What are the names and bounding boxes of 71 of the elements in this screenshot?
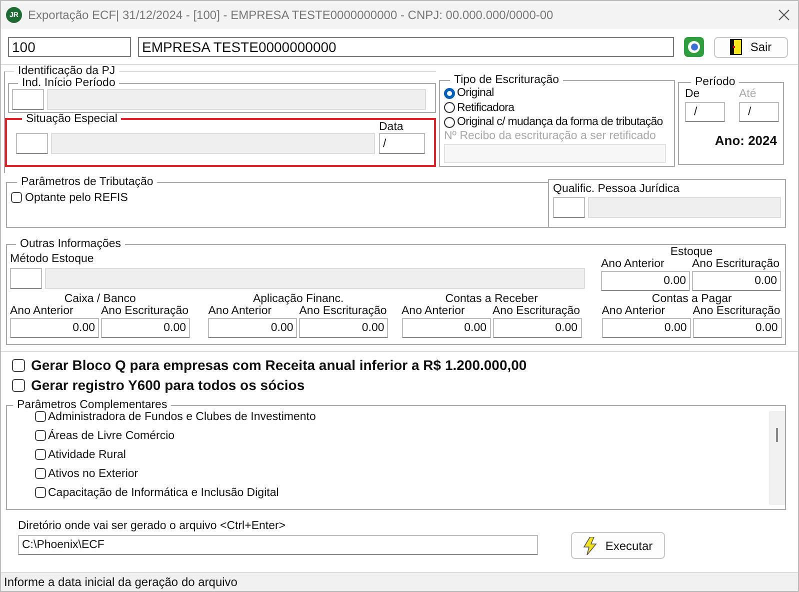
checkbox-option[interactable]: Atividade Rural bbox=[35, 445, 316, 464]
checkbox-option[interactable]: Capacitação de Informática e Inclusão Digital bbox=[35, 483, 316, 502]
window-title: Exportação ECF| 31/12/2024 - [100] - EMPRESA TESTE0000000000 - CNPJ: 00.000.000/0000-00 bbox=[28, 8, 554, 22]
amount-field[interactable]: 0.00 bbox=[208, 318, 298, 338]
amount-field[interactable]: 0.00 bbox=[10, 318, 99, 338]
field-label: Ano Anterior bbox=[10, 305, 74, 318]
amount-field[interactable]: 0.00 bbox=[692, 271, 781, 291]
checkbox-option[interactable]: Áreas de Livre Comércio bbox=[35, 426, 316, 445]
checkbox-option[interactable]: Gerar registro Y600 para todos os sócios bbox=[12, 375, 798, 395]
group-title: Situação Especial bbox=[25, 113, 118, 125]
group-title: Contas a Pagar bbox=[652, 293, 732, 305]
radio-option[interactable]: Original bbox=[444, 86, 670, 101]
field-label: Ano Escrituração bbox=[492, 305, 582, 318]
field-label: Ano Escrituração bbox=[299, 305, 388, 318]
field-label: Ano Anterior bbox=[602, 305, 666, 318]
group-title: Identificação da PJ bbox=[17, 65, 116, 77]
field-label: Data bbox=[379, 121, 404, 133]
amount-field[interactable]: 0.00 bbox=[492, 318, 582, 338]
directory-field[interactable]: C:\Phoenix\ECF bbox=[18, 535, 538, 555]
scrollbar[interactable] bbox=[769, 411, 785, 505]
checkbox-option[interactable]: Optante pelo REFIS bbox=[11, 188, 544, 207]
radio-option[interactable]: Original c/ mudança da forma de tributação bbox=[444, 115, 670, 130]
code-field[interactable] bbox=[12, 89, 44, 110]
field-label: Ano Escrituração bbox=[101, 305, 190, 318]
amount-field[interactable]: 0.00 bbox=[299, 318, 388, 338]
field-label: De bbox=[685, 88, 701, 100]
checkbox-option[interactable]: Ativos no Exterior bbox=[35, 464, 316, 483]
group-title: Parâmetros Complementares bbox=[16, 399, 168, 411]
door-icon bbox=[730, 39, 742, 55]
amount-field[interactable]: 0.00 bbox=[101, 318, 190, 338]
receipt-field[interactable] bbox=[444, 144, 666, 164]
code-field[interactable] bbox=[10, 268, 42, 289]
date-field[interactable]: / bbox=[379, 133, 425, 154]
field-label: Nº Recibo da escrituração a ser retificado bbox=[444, 130, 657, 142]
amount-field[interactable]: 0.00 bbox=[692, 318, 782, 338]
field-label: Ano Escrituração bbox=[692, 258, 781, 271]
amount-field[interactable]: 0.00 bbox=[402, 318, 490, 338]
group-title: Contas a Receber bbox=[445, 293, 538, 305]
radio-option[interactable]: Retificadora bbox=[444, 100, 670, 116]
company-code-field[interactable]: 100 bbox=[8, 37, 131, 57]
execute-button[interactable]: Executar bbox=[571, 532, 665, 559]
ring-icon[interactable] bbox=[684, 37, 704, 57]
status-bar: Informe a data inicial da geração do arquivo bbox=[1, 572, 798, 591]
amount-field[interactable]: 0.00 bbox=[602, 318, 691, 338]
group-title: Período bbox=[694, 76, 736, 88]
field-label: Diretório onde vai ser gerado o arquivo <Ctrl+Enter> bbox=[18, 520, 287, 532]
field-label: Qualific. Pessoa Jurídica bbox=[553, 183, 681, 195]
group-title: Parâmetros de Tributação bbox=[20, 176, 154, 188]
group-title: Aplicação Financ. bbox=[252, 293, 344, 305]
field-label: Ano Escrituração bbox=[692, 305, 782, 318]
group-title: Outras Informações bbox=[19, 238, 122, 250]
group-title: Caixa / Banco bbox=[64, 293, 136, 305]
field-label: Ano Anterior bbox=[601, 258, 666, 271]
scrollbar-thumb[interactable] bbox=[776, 428, 778, 442]
amount-field[interactable]: 0.00 bbox=[601, 271, 690, 291]
exit-button[interactable]: Sair bbox=[714, 36, 788, 58]
lightning-icon bbox=[583, 536, 598, 554]
field-label: Ano Anterior bbox=[208, 305, 273, 318]
group-title: Tipo de Escrituração bbox=[453, 74, 560, 86]
year-label: Ano: 2024 bbox=[714, 133, 777, 148]
company-name-field[interactable]: EMPRESA TESTE0000000000 bbox=[138, 37, 674, 57]
field-label: Ano Anterior bbox=[402, 305, 466, 318]
group-title: Estoque bbox=[670, 246, 713, 258]
date-field[interactable]: / bbox=[685, 102, 725, 122]
field-label: Até bbox=[739, 88, 758, 100]
field-label: Método Estoque bbox=[10, 253, 95, 265]
code-field[interactable] bbox=[553, 197, 585, 218]
checkbox-option[interactable]: Gerar Bloco Q para empresas com Receita anual inferior a R$ 1.200.000,00 bbox=[12, 355, 798, 375]
code-field[interactable] bbox=[16, 133, 48, 154]
close-icon[interactable] bbox=[778, 9, 790, 21]
group-title: Ind. Início Período bbox=[21, 77, 116, 89]
